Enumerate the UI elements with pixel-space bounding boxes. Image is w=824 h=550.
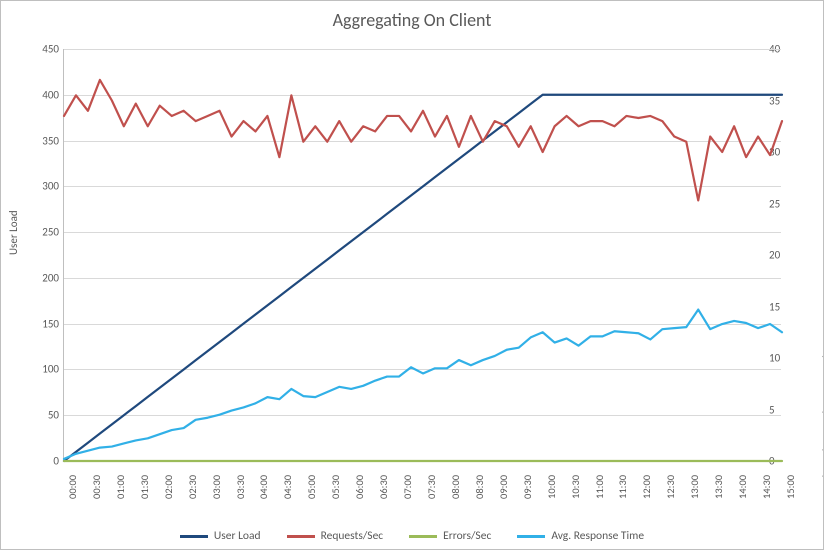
series-line bbox=[64, 95, 782, 461]
legend-swatch bbox=[409, 535, 437, 538]
x-tick-label: 11:00 bbox=[593, 475, 606, 499]
x-tick-label: 12:00 bbox=[640, 475, 653, 499]
legend: User Load Requests/Sec Errors/Sec Avg. R… bbox=[1, 529, 823, 543]
y-left-tick-label: 150 bbox=[19, 317, 59, 330]
x-tick-label: 10:00 bbox=[545, 475, 558, 499]
x-tick-label: 04:00 bbox=[257, 475, 270, 499]
plot-area bbox=[63, 49, 781, 461]
legend-swatch bbox=[180, 535, 208, 538]
legend-item-errors-sec: Errors/Sec bbox=[409, 529, 491, 543]
x-tick-label: 00:00 bbox=[66, 475, 79, 499]
y-left-tick-label: 350 bbox=[19, 134, 59, 147]
x-axis-ticks: 00:00 00:30 01:00 01:30 02:00 02:30 03:00 03:30… bbox=[63, 463, 781, 513]
chart-title: Aggregating On Client bbox=[1, 9, 823, 31]
legend-label: User Load bbox=[214, 529, 261, 543]
y-left-tick-label: 200 bbox=[19, 271, 59, 284]
y-left-tick-label: 100 bbox=[19, 363, 59, 376]
x-tick-label: 14:30 bbox=[760, 475, 773, 499]
x-tick-label: 06:00 bbox=[353, 475, 366, 499]
legend-swatch bbox=[287, 535, 315, 538]
x-tick-label: 08:30 bbox=[473, 475, 486, 499]
y-left-tick-label: 50 bbox=[19, 409, 59, 422]
x-tick-label: 01:30 bbox=[138, 475, 151, 499]
x-tick-label: 10:30 bbox=[569, 475, 582, 499]
legend-item-requests-sec: Requests/Sec bbox=[287, 529, 384, 543]
x-tick-label: 02:30 bbox=[186, 475, 199, 499]
x-tick-label: 01:00 bbox=[114, 475, 127, 499]
x-tick-label: 13:30 bbox=[712, 475, 725, 499]
y-left-tick-label: 250 bbox=[19, 226, 59, 239]
legend-swatch bbox=[517, 535, 545, 538]
legend-item-avg-response-time: Avg. Response Time bbox=[517, 529, 644, 543]
x-tick-label: 14:00 bbox=[736, 475, 749, 499]
x-tick-label: 09:30 bbox=[521, 475, 534, 499]
legend-label: Avg. Response Time bbox=[551, 529, 644, 543]
y-left-tick-label: 300 bbox=[19, 180, 59, 193]
x-tick-label: 04:30 bbox=[281, 475, 294, 499]
x-tick-label: 06:30 bbox=[377, 475, 390, 499]
x-tick-label: 09:00 bbox=[497, 475, 510, 499]
legend-label: Errors/Sec bbox=[443, 529, 491, 543]
x-tick-label: 15:00 bbox=[784, 475, 797, 499]
x-tick-label: 00:30 bbox=[90, 475, 103, 499]
x-tick-label: 05:30 bbox=[329, 475, 342, 499]
x-tick-label: 07:00 bbox=[401, 475, 414, 499]
series-line bbox=[64, 310, 782, 459]
x-tick-label: 03:00 bbox=[210, 475, 223, 499]
legend-item-user-load: User Load bbox=[180, 529, 261, 543]
chart-frame: Aggregating On Client User Load Throughp… bbox=[0, 0, 824, 550]
y-left-tick-label: 400 bbox=[19, 88, 59, 101]
x-tick-label: 05:00 bbox=[305, 475, 318, 499]
y-left-tick-label: 450 bbox=[19, 43, 59, 56]
x-tick-label: 11:30 bbox=[616, 475, 629, 499]
x-tick-label: 07:30 bbox=[425, 475, 438, 499]
x-tick-label: 08:00 bbox=[449, 475, 462, 499]
x-tick-label: 13:00 bbox=[688, 475, 701, 499]
x-tick-label: 12:30 bbox=[664, 475, 677, 499]
y-left-tick-label: 0 bbox=[19, 455, 59, 468]
x-tick-label: 03:30 bbox=[234, 475, 247, 499]
x-tick-label: 02:00 bbox=[162, 475, 175, 499]
legend-label: Requests/Sec bbox=[321, 529, 384, 543]
chart-series-svg bbox=[64, 49, 782, 461]
series-line bbox=[64, 80, 782, 201]
